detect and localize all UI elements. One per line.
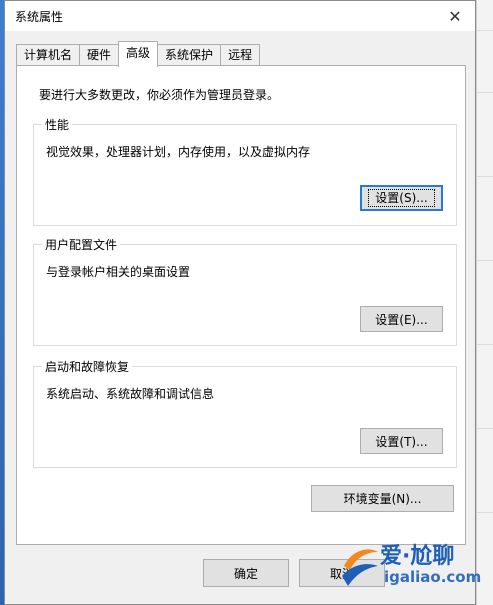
tab-system-protection[interactable]: 系统保护 xyxy=(157,44,222,67)
user-profiles-description: 与登录帐户相关的桌面设置 xyxy=(46,265,191,279)
performance-settings-label: 设置(S)... xyxy=(368,189,435,207)
system-properties-dialog: 系统属性 ✕ 计算机名 硬件 高级 系统保护 远程 要进行大多数更改，你必须作为… xyxy=(4,0,476,605)
user-profiles-group-title: 用户配置文件 xyxy=(42,236,121,253)
cancel-button[interactable]: 取消 xyxy=(299,559,385,587)
ok-button[interactable]: 确定 xyxy=(203,559,289,587)
environment-variables-button[interactable]: 环境变量(N)... xyxy=(311,485,454,512)
user-profiles-settings-button[interactable]: 设置(E)... xyxy=(360,306,443,332)
performance-settings-button[interactable]: 设置(S)... xyxy=(360,185,443,211)
tab-hardware[interactable]: 硬件 xyxy=(79,44,120,67)
tab-remote[interactable]: 远程 xyxy=(220,44,261,67)
title-bar: 系统属性 ✕ xyxy=(5,1,475,31)
startup-recovery-group: 启动和故障恢复 系统启动、系统故障和调试信息 设置(T)... xyxy=(33,358,457,468)
background-window xyxy=(476,0,493,605)
performance-description: 视觉效果，处理器计划，内存使用，以及虚拟内存 xyxy=(46,145,311,159)
startup-recovery-settings-button[interactable]: 设置(T)... xyxy=(360,428,443,454)
tab-computer-name[interactable]: 计算机名 xyxy=(16,44,81,67)
admin-note: 要进行大多数更改，你必须作为管理员登录。 xyxy=(39,88,280,102)
close-button[interactable]: ✕ xyxy=(435,1,475,31)
close-icon: ✕ xyxy=(448,6,462,26)
performance-group-title: 性能 xyxy=(42,116,73,133)
user-profiles-group: 用户配置文件 与登录帐户相关的桌面设置 设置(E)... xyxy=(33,236,457,346)
startup-recovery-description: 系统启动、系统故障和调试信息 xyxy=(46,387,215,401)
window-title: 系统属性 xyxy=(15,10,64,24)
advanced-tab-page: 要进行大多数更改，你必须作为管理员登录。 性能 视觉效果，处理器计划，内存使用，… xyxy=(16,65,466,545)
startup-recovery-group-title: 启动和故障恢复 xyxy=(42,358,133,375)
tab-advanced[interactable]: 高级 xyxy=(118,41,159,67)
performance-group: 性能 视觉效果，处理器计划，内存使用，以及虚拟内存 设置(S)... xyxy=(33,116,457,226)
tab-strip: 计算机名 硬件 高级 系统保护 远程 xyxy=(16,41,261,67)
